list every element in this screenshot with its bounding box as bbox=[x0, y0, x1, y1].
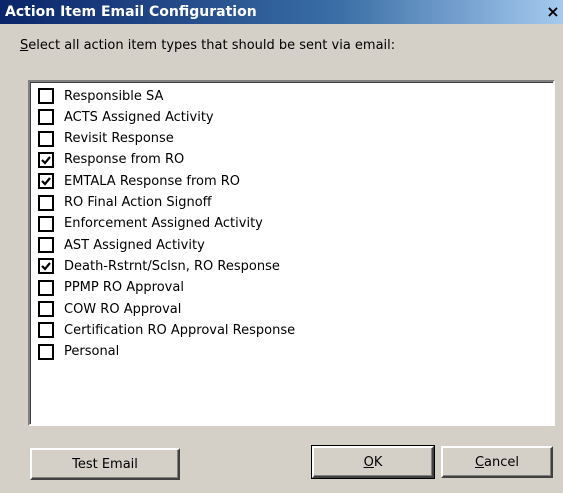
list-item-label: AST Assigned Activity bbox=[64, 237, 205, 253]
list-item[interactable]: Personal bbox=[38, 342, 119, 362]
list-item-label: Revisit Response bbox=[64, 131, 174, 147]
test-email-label: Test Email bbox=[72, 456, 138, 472]
checkbox-unchecked[interactable] bbox=[38, 343, 54, 360]
checkmark-icon bbox=[41, 156, 51, 165]
ok-accelerator: O bbox=[363, 454, 374, 470]
list-item-label: Responsible SA bbox=[64, 88, 164, 104]
list-item[interactable]: RO Final Action Signoff bbox=[38, 193, 212, 213]
instruction-text: elect all action item types that should … bbox=[28, 38, 396, 53]
checkbox-unchecked[interactable] bbox=[38, 237, 54, 254]
cancel-label: ancel bbox=[484, 454, 520, 470]
checkbox-unchecked[interactable] bbox=[38, 279, 54, 296]
window-title: Action Item Email Configuration bbox=[5, 4, 257, 20]
list-item[interactable]: Revisit Response bbox=[38, 129, 174, 149]
list-item-label: PPMP RO Approval bbox=[64, 280, 184, 296]
list-item[interactable]: Responsible SA bbox=[38, 86, 163, 106]
checkbox-unchecked[interactable] bbox=[38, 194, 54, 211]
checkbox-unchecked[interactable] bbox=[38, 88, 54, 104]
list-item[interactable]: EMTALA Response from RO bbox=[38, 171, 240, 191]
ok-button[interactable]: OK bbox=[311, 445, 435, 479]
checkbox-unchecked[interactable] bbox=[38, 109, 54, 126]
list-item-label: EMTALA Response from RO bbox=[64, 173, 241, 189]
cancel-accelerator: C bbox=[474, 454, 485, 470]
list-item-label: Response from RO bbox=[64, 152, 185, 168]
list-item[interactable]: AST Assigned Activity bbox=[38, 235, 205, 255]
test-email-button[interactable]: Test Email bbox=[30, 448, 180, 480]
checkbox-checked[interactable] bbox=[38, 151, 54, 168]
checkbox-unchecked[interactable] bbox=[38, 301, 54, 317]
close-icon[interactable]: × bbox=[543, 2, 563, 22]
list-item-label: Death-Rstrnt/Sclsn, RO Response bbox=[64, 258, 280, 274]
checkbox-checked[interactable] bbox=[38, 173, 54, 190]
list-item-label: Enforcement Assigned Activity bbox=[64, 216, 263, 232]
checkmark-icon bbox=[41, 262, 51, 272]
list-item[interactable]: Response from RO bbox=[38, 150, 184, 170]
action-item-type-list[interactable]: Responsible SA ACTS Assigned Activity Revi… bbox=[28, 80, 555, 426]
list-item-label: ACTS Assigned Activity bbox=[64, 109, 214, 125]
checkbox-unchecked[interactable] bbox=[38, 215, 54, 232]
instruction-label: Select all action item types that should… bbox=[20, 38, 395, 53]
list-item-label: COW RO Approval bbox=[64, 301, 182, 317]
list-item[interactable]: PPMP RO Approval bbox=[38, 278, 184, 298]
list-item[interactable]: Death-Rstrnt/Sclsn, RO Response bbox=[38, 256, 280, 276]
ok-label: K bbox=[373, 454, 383, 470]
list-item-label: RO Final Action Signoff bbox=[64, 195, 212, 210]
list-item[interactable]: Enforcement Assigned Activity bbox=[38, 214, 263, 234]
title-bar: Action Item Email Configuration × bbox=[0, 0, 563, 24]
cancel-button[interactable]: Cancel bbox=[441, 446, 553, 478]
checkbox-checked[interactable] bbox=[38, 258, 54, 275]
checkbox-unchecked[interactable] bbox=[38, 322, 54, 339]
list-item-label: Certification RO Approval Response bbox=[64, 322, 296, 338]
list-item-label: Personal bbox=[64, 344, 120, 360]
list-item[interactable]: Certification RO Approval Response bbox=[38, 320, 295, 340]
list-item[interactable]: ACTS Assigned Activity bbox=[38, 107, 214, 127]
checkbox-unchecked[interactable] bbox=[38, 130, 54, 147]
list-item[interactable]: COW RO Approval bbox=[38, 299, 181, 319]
checkmark-icon bbox=[41, 177, 51, 186]
